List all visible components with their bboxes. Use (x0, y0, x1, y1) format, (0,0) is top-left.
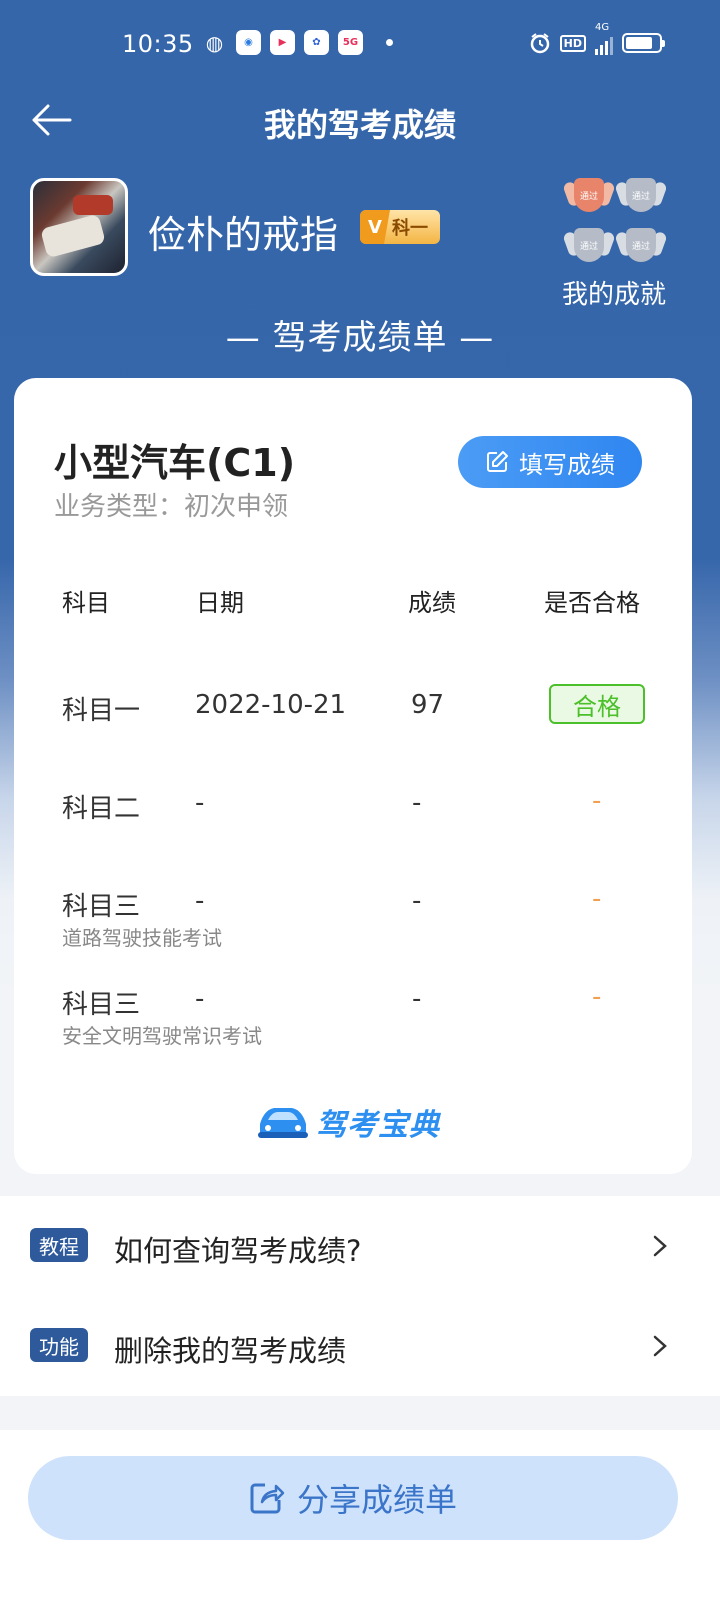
row-date: - (195, 788, 205, 818)
baidu-icon: ✿ (304, 30, 329, 55)
business-type: 业务类型：初次申领 (54, 492, 289, 522)
signal-icon: 4G (595, 22, 613, 55)
row-passed: - (592, 884, 602, 914)
row-passed: - (592, 786, 602, 816)
medal-icon-3: 通过 (562, 226, 616, 266)
list-item-text: 删除我的驾考成绩 (114, 1334, 347, 1368)
row-score: 97 (411, 690, 445, 720)
share-icon (250, 1483, 285, 1514)
system-icons: HD 4G (529, 22, 665, 55)
medal-icon-4: 通过 (614, 226, 668, 266)
list-item-delete-scores[interactable]: 功能 删除我的驾考成绩 (0, 1296, 720, 1396)
app-icon-2: ▶ (270, 30, 295, 55)
row-subject: 科目三 (62, 990, 141, 1020)
pass-badge: 合格 (549, 684, 645, 724)
status-time: 10:35 (122, 30, 194, 58)
table-row: 科目二 - - - (14, 776, 692, 856)
header-passed: 是否合格 (544, 589, 640, 617)
share-report-button[interactable]: 分享成绩单 (28, 1456, 678, 1540)
table-row: 科目三 安全文明驾驶常识考试 - - - (14, 972, 692, 1052)
status-bar: 10:35 ◍ ◉ ▶ ✿ 5G HD 4G (0, 0, 720, 90)
header-score: 成绩 (408, 589, 456, 617)
help-list: 教程 如何查询驾考成绩? 功能 删除我的驾考成绩 (0, 1196, 720, 1396)
network-type: 4G (595, 22, 610, 33)
list-item-how-to-query[interactable]: 教程 如何查询驾考成绩? (0, 1196, 720, 1296)
header-subject: 科目 (62, 589, 110, 617)
row-subject: 科目二 (62, 794, 141, 824)
achievements-label[interactable]: 我的成就 (562, 274, 666, 311)
header-date: 日期 (196, 589, 244, 617)
row-date: - (195, 886, 205, 916)
fill-score-button[interactable]: 填写成绩 (458, 436, 642, 488)
row-date: - (195, 984, 205, 1014)
more-notifications-dot (386, 39, 393, 46)
row-subject: 科目一 (62, 696, 141, 726)
page-title: 我的驾考成绩 (263, 106, 456, 144)
table-row: 科目一 2022-10-21 97 合格 (14, 678, 692, 758)
car-logo-icon (258, 1108, 308, 1138)
list-item-text: 如何查询驾考成绩? (114, 1234, 362, 1268)
row-subject-sub: 安全文明驾驶常识考试 (62, 1024, 262, 1048)
function-tag: 功能 (30, 1328, 88, 1362)
level-badge: V 科一 (360, 210, 440, 244)
avatar[interactable] (30, 178, 128, 276)
notification-icons: ◍ ◉ ▶ ✿ 5G (202, 30, 393, 55)
row-subject: 科目三 (62, 892, 141, 922)
row-score: - (412, 886, 422, 916)
brand-logo: 驾考宝典 (254, 1100, 440, 1144)
username: 俭朴的戒指 (148, 213, 339, 257)
row-subject-sub: 道路驾驶技能考试 (62, 926, 222, 950)
hd-icon: HD (559, 34, 586, 52)
medal-icon-2: 通过 (614, 176, 668, 216)
edit-icon (487, 451, 508, 472)
app-icon-1: ◉ (236, 30, 261, 55)
row-score: - (412, 984, 422, 1014)
bottom-bar: 分享成绩单 (0, 1430, 720, 1600)
chevron-right-icon (653, 1335, 667, 1357)
tutorial-tag: 教程 (30, 1228, 88, 1262)
table-row: 科目三 道路驾驶技能考试 - - - (14, 874, 692, 954)
5g-app-icon: 5G (338, 30, 363, 55)
score-card: 小型汽车(C1) 业务类型：初次申领 填写成绩 科目 日期 成绩 是否合格 科目… (14, 378, 692, 1174)
row-score: - (412, 788, 422, 818)
row-passed: - (592, 982, 602, 1012)
report-title: — 驾考成绩单 — (225, 318, 495, 358)
v-icon: V (360, 210, 390, 244)
wechat-icon: ◍ (205, 30, 224, 55)
chevron-right-icon (653, 1235, 667, 1257)
battery-icon (622, 33, 665, 53)
medal-icon-1: 通过 (562, 176, 616, 216)
car-type: 小型汽车(C1) (54, 441, 296, 485)
alarm-icon (530, 33, 549, 54)
row-date: 2022-10-21 (195, 690, 347, 720)
